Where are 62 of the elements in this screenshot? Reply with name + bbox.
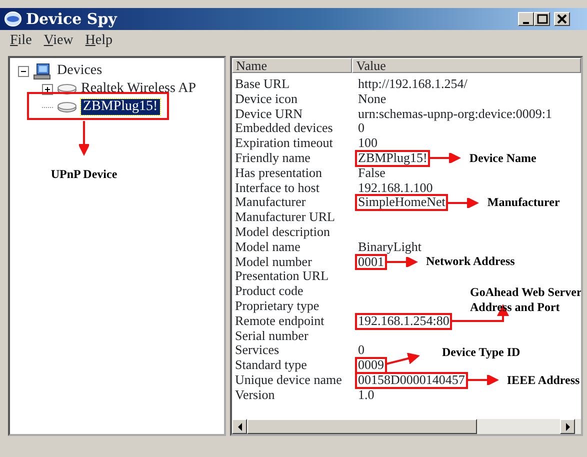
property-name: Presentation URL <box>234 269 330 284</box>
property-value: 00158D0000140457 <box>356 372 467 388</box>
property-name: Interface to host <box>234 180 320 196</box>
property-value: 0 <box>357 121 364 136</box>
maximize-button[interactable] <box>534 12 550 26</box>
property-value: False <box>357 166 386 181</box>
column-header[interactable]: Value <box>352 58 581 73</box>
property-value: http://192.168.1.254/ <box>357 77 468 92</box>
annotation-label: IEEE Address <box>506 372 580 388</box>
close-button[interactable] <box>554 12 570 26</box>
property-name: Proprietary type <box>234 298 320 314</box>
scrollbar-thumb[interactable] <box>247 419 477 434</box>
property-name: Version <box>234 388 276 403</box>
minimize-button[interactable] <box>518 12 534 26</box>
property-name: Expiration timeout <box>234 136 334 151</box>
property-value: 192.168.1.100 <box>357 180 434 196</box>
annotation-label: UPnP Device <box>50 167 118 182</box>
property-name: Embedded devices <box>234 121 334 136</box>
collapse-icon[interactable] <box>18 66 29 76</box>
property-value: BinaryLight <box>357 240 423 255</box>
menu-item[interactable]: Help <box>79 33 119 49</box>
horizontal-scrollbar[interactable] <box>232 419 581 434</box>
property-value: ZBMPlug15! <box>356 150 430 166</box>
property-value: 100 <box>357 136 378 151</box>
scroll-left-icon[interactable] <box>232 419 247 434</box>
property-name: Device icon <box>234 92 298 107</box>
annotation-label: Manufacturer <box>487 195 560 210</box>
column-header[interactable]: Name <box>232 58 352 73</box>
scroll-right-icon[interactable] <box>560 419 575 434</box>
property-name: Unique device name <box>234 372 343 388</box>
globe-icon <box>4 11 22 27</box>
menu-item[interactable]: View <box>38 33 80 49</box>
property-name: Device URN <box>234 106 304 122</box>
annotation-label: Device Name <box>469 150 536 166</box>
property-name: Product code <box>234 284 304 299</box>
property-name: Standard type <box>234 358 308 373</box>
property-name: Manufacturer URL <box>234 210 336 225</box>
property-name: Model number <box>234 254 313 270</box>
property-value: 1.0 <box>357 388 376 403</box>
annotation-label: Device Type ID <box>442 345 520 360</box>
property-name: Manufacturer <box>234 195 307 210</box>
property-name: Model description <box>234 224 331 240</box>
property-value: 192.168.1.254:80 <box>356 314 452 329</box>
property-value: None <box>357 92 386 107</box>
computer-icon <box>33 62 53 80</box>
property-name: Serial number <box>234 328 308 344</box>
property-name: Remote endpoint <box>234 314 326 329</box>
property-name: Model name <box>234 240 300 255</box>
property-name: Has presentation <box>234 166 324 181</box>
annotation-label: Network Address <box>426 254 515 270</box>
property-value: 0001 <box>356 254 386 270</box>
property-name: Friendly name <box>234 150 312 166</box>
property-value: 0 <box>357 343 366 358</box>
tree-item[interactable]: Devices <box>57 63 102 79</box>
property-value: urn:schemas-upnp-org:device:0009:1 <box>357 106 553 122</box>
property-value: 0009 <box>356 358 386 373</box>
menu-item[interactable]: File <box>4 33 38 49</box>
window-title: Device Spy <box>26 10 117 28</box>
property-value: SimpleHomeNet <box>356 195 448 210</box>
property-name: Services <box>234 343 280 358</box>
tree-item[interactable]: ZBMPlug15! <box>81 99 160 115</box>
property-name: Base URL <box>234 77 291 92</box>
